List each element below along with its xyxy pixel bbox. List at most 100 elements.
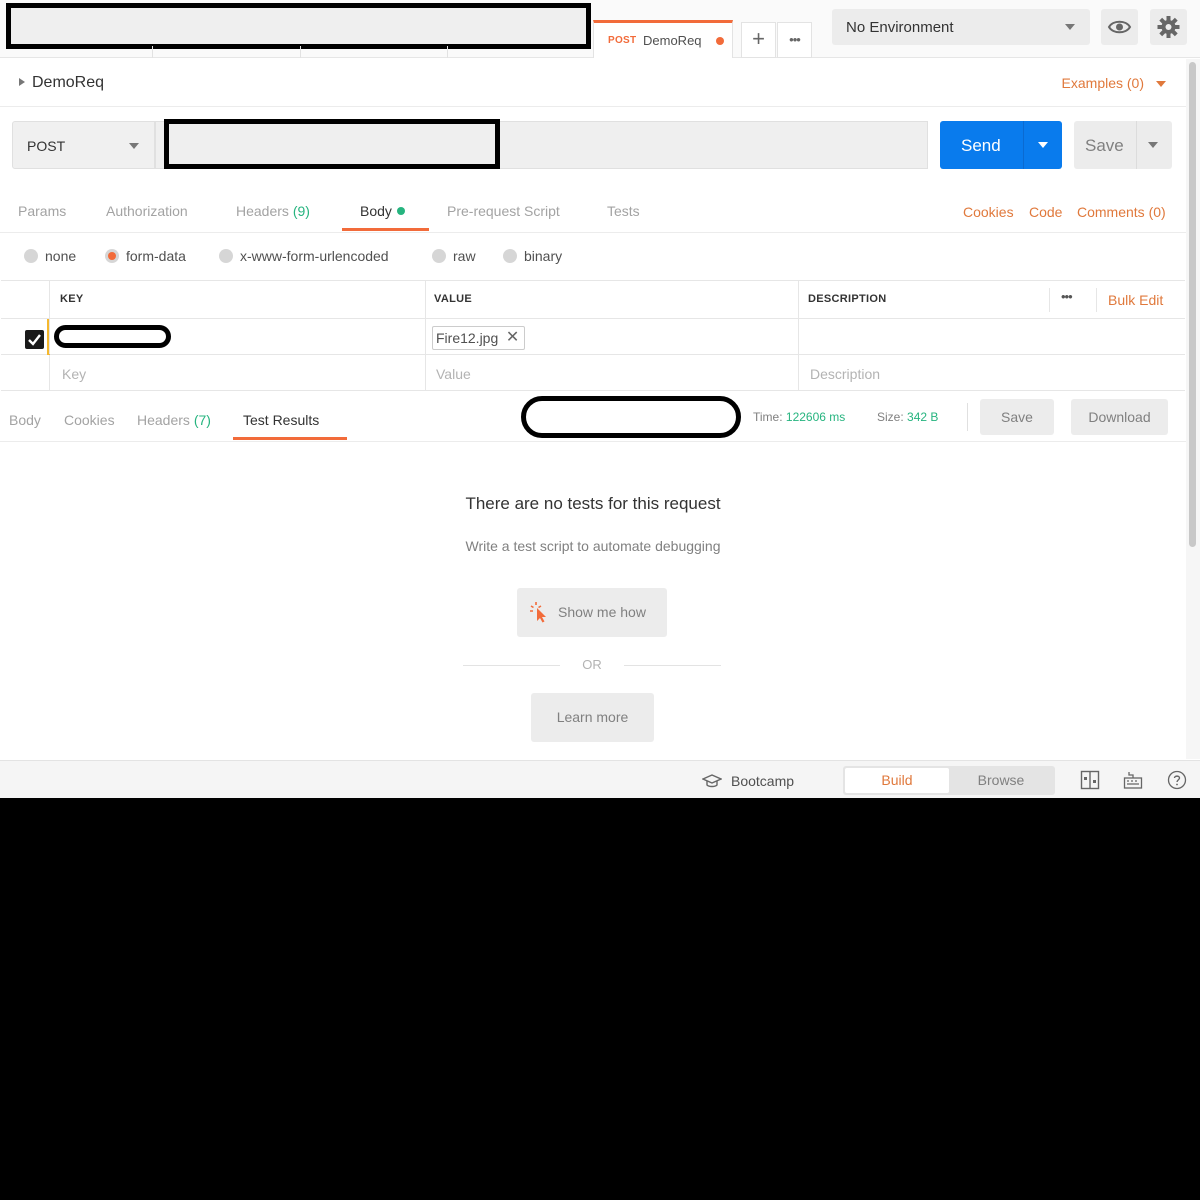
method-select[interactable]: POST — [12, 121, 155, 169]
description-cell[interactable] — [798, 319, 1185, 354]
learn-more-button[interactable]: Learn more — [531, 693, 654, 742]
key-column-header: KEY — [60, 293, 84, 305]
radio-form-data[interactable]: form-data — [105, 248, 186, 264]
tab-divider — [447, 46, 448, 58]
tab-test-results[interactable]: Test Results — [243, 412, 319, 428]
two-pane-view-icon[interactable] — [1080, 770, 1100, 790]
value-placeholder: Value — [436, 366, 471, 382]
app-window: POST DemoReq + ••• No Environment DemoRe… — [0, 0, 1200, 798]
new-tab-button[interactable]: + — [741, 22, 776, 58]
or-separator: OR — [463, 656, 721, 674]
description-input-cell[interactable]: Description — [798, 355, 1185, 390]
download-response-button[interactable]: Download — [1071, 399, 1168, 435]
show-me-how-button[interactable]: Show me how — [517, 588, 667, 637]
save-response-button[interactable]: Save — [980, 399, 1054, 435]
save-request-button[interactable]: Save — [1074, 121, 1172, 169]
send-button[interactable]: Send — [940, 121, 1062, 169]
tab-method-label: POST — [608, 35, 637, 46]
method-selected: POST — [27, 138, 66, 154]
comments-link[interactable]: Comments (0) — [1077, 204, 1166, 220]
empty-state-subtitle: Write a test script to automate debuggin… — [465, 538, 721, 554]
radio-circle — [219, 249, 233, 263]
tab-tests[interactable]: Tests — [607, 203, 640, 219]
radio-none[interactable]: none — [24, 248, 76, 264]
radio-x-www-form-urlencoded[interactable]: x-www-form-urlencoded — [219, 248, 389, 264]
show-me-how-label: Show me how — [558, 604, 646, 620]
tab-headers[interactable]: Headers (9) — [236, 203, 310, 219]
radio-binary[interactable]: binary — [503, 248, 562, 264]
help-icon[interactable] — [1167, 770, 1187, 790]
tab-divider — [152, 46, 153, 58]
keyboard-icon[interactable] — [1123, 770, 1143, 790]
empty-state-title: There are no tests for this request — [465, 494, 721, 513]
gear-icon — [1157, 16, 1180, 38]
key-header-cell: KEY — [49, 281, 425, 318]
tab-body[interactable]: Body — [360, 203, 405, 219]
scrollbar-thumb[interactable] — [1189, 62, 1196, 547]
headers-count: (9) — [292, 203, 310, 219]
environment-quick-look-button[interactable] — [1101, 9, 1138, 45]
chevron-down-icon[interactable] — [1148, 142, 1158, 148]
size-label: Size: — [877, 410, 904, 424]
row-enabled-checkbox[interactable] — [25, 330, 44, 349]
tab-headers-label: Headers — [236, 203, 289, 219]
divider — [967, 403, 968, 431]
send-label: Send — [961, 136, 1001, 155]
table-header-row: KEY VALUE DESCRIPTION ••• Bulk Edit — [1, 281, 1185, 319]
tab-response-headers[interactable]: Headers (7) — [137, 412, 211, 428]
bulk-edit-link[interactable]: Bulk Edit — [1108, 292, 1163, 308]
tab-demoreq[interactable]: POST DemoReq — [593, 20, 733, 58]
divider — [1096, 288, 1097, 312]
examples-dropdown[interactable]: Examples (0) — [1062, 75, 1144, 91]
tab-body-label: Body — [360, 203, 392, 219]
chevron-down-icon[interactable] — [1156, 81, 1166, 87]
value-input-cell[interactable]: Value — [425, 355, 798, 390]
graduation-cap-icon — [702, 774, 722, 788]
chevron-down-icon[interactable] — [1038, 142, 1048, 148]
code-link[interactable]: Code — [1029, 204, 1062, 220]
tab-authorization[interactable]: Authorization — [106, 203, 188, 219]
radio-circle — [24, 249, 38, 263]
environment-selected: No Environment — [846, 19, 954, 36]
size-value: 342 B — [907, 410, 939, 424]
divider — [1136, 121, 1137, 169]
body-indicator-dot-icon — [396, 207, 405, 215]
tab-response-headers-label: Headers — [137, 412, 190, 428]
expand-arrow-icon[interactable] — [19, 78, 25, 86]
unsaved-dot-icon — [716, 37, 724, 45]
key-placeholder: Key — [62, 366, 87, 382]
redacted-key — [54, 325, 171, 348]
radio-circle — [503, 249, 517, 263]
pointer-click-icon — [530, 602, 546, 623]
active-tab-indicator — [342, 228, 429, 231]
response-time: Time: 122606 ms — [753, 410, 845, 424]
key-cell[interactable] — [49, 319, 425, 354]
check-icon — [28, 334, 41, 346]
tab-response-cookies[interactable]: Cookies — [64, 412, 115, 428]
url-input[interactable] — [155, 119, 928, 169]
tab-options-button[interactable]: ••• — [777, 22, 812, 58]
cookies-link[interactable]: Cookies — [963, 204, 1014, 220]
file-name: Fire12.jpg — [436, 330, 499, 346]
active-tab-indicator — [233, 437, 347, 440]
radio-circle-selected — [105, 249, 119, 263]
radio-label: x-www-form-urlencoded — [240, 248, 389, 264]
build-toggle[interactable]: Build — [845, 768, 949, 793]
request-tabs: Params Authorization Headers (9) Body Pr… — [0, 186, 1186, 233]
environment-select[interactable]: No Environment — [832, 9, 1090, 45]
settings-button[interactable] — [1150, 9, 1187, 45]
tab-response-body[interactable]: Body — [9, 412, 41, 428]
bootcamp-link[interactable]: Bootcamp — [702, 773, 794, 789]
value-cell[interactable]: Fire12.jpg ✕ — [425, 319, 798, 354]
radio-raw[interactable]: raw — [432, 248, 476, 264]
redacted-tabs — [6, 3, 591, 49]
tab-params[interactable]: Params — [18, 203, 66, 219]
bootcamp-label: Bootcamp — [731, 773, 795, 789]
close-icon[interactable]: ✕ — [506, 327, 519, 349]
tab-pre-request-script[interactable]: Pre-request Script — [447, 203, 560, 219]
browse-toggle[interactable]: Browse — [949, 768, 1053, 793]
more-options-icon[interactable]: ••• — [1061, 289, 1073, 304]
eye-icon — [1107, 20, 1132, 34]
key-input-cell[interactable]: Key — [49, 355, 425, 390]
status-bar: Bootcamp Build Browse — [0, 760, 1200, 798]
